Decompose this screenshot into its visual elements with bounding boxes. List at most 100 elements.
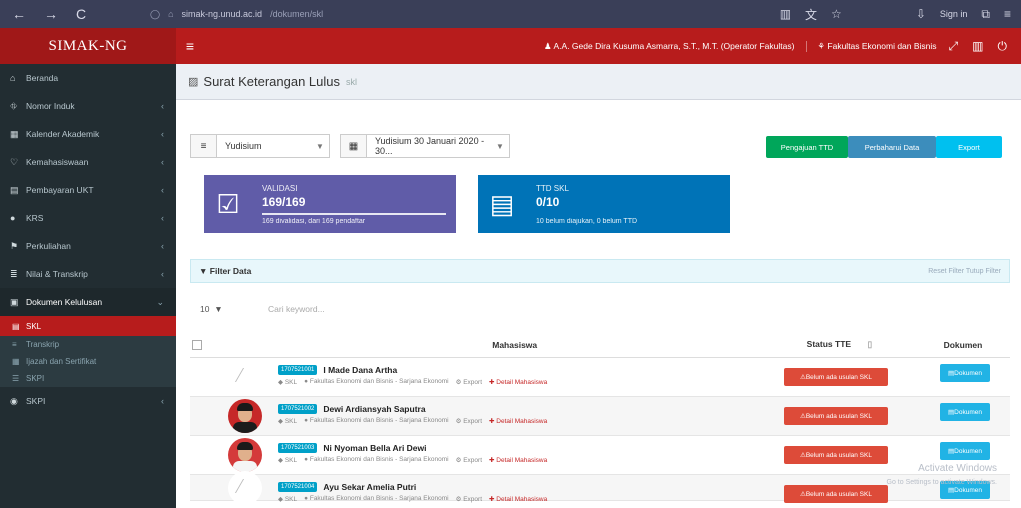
sidebar-subitem-ijazah-dan-sertifikat[interactable]: ▦ Ijazah dan Sertifikat (0, 353, 176, 370)
sidebar-item-label: Kalender Akademik (26, 129, 100, 139)
detail-link-label: Detail Mahasiswa (496, 418, 548, 425)
sidebar-item-nomor-induk[interactable]: ⛗ Nomor Induk ‹ (0, 92, 176, 120)
sidebar: ⌂ Beranda ⛗ Nomor Induk ‹ ▦ Kalender Akademik ‹… (0, 64, 176, 508)
export-link[interactable]: ⚙ Export (456, 456, 482, 464)
sort-icon[interactable]: ▯ (867, 339, 872, 349)
skl-label: SKL (284, 496, 298, 503)
power-icon[interactable]: ⏻ (998, 39, 1008, 54)
fullscreen-icon[interactable]: ⤢ (949, 39, 959, 54)
export-button[interactable]: Export (936, 136, 1002, 158)
student-name[interactable]: Dewi Ardiansyah Saputra (323, 404, 425, 414)
select-all-checkbox[interactable] (192, 339, 202, 350)
faculty-info[interactable]: ⚘ Fakultas Ekonomi dan Bisnis (806, 40, 937, 52)
back-icon[interactable]: ← (12, 6, 26, 22)
sidebar-item-nilai-transkrip[interactable]: ≣ Nilai & Transkrip ‹ (0, 260, 176, 288)
document-label: Dokumen (954, 369, 982, 377)
student-info: 1707521003 Ni Nyoman Bella Ari Dewi ◆ SKL ●… (278, 443, 547, 464)
export-label: Export (958, 142, 980, 152)
chevron-left-icon: ‹ (161, 396, 164, 406)
nim-badge: 1707521001 (278, 365, 318, 375)
chevron-left-icon: ‹ (161, 241, 164, 251)
sidebar-subitem-skl[interactable]: ▤ SKL (0, 316, 176, 336)
status-tte-button[interactable]: ⚠ Belum ada usulan SKL (784, 368, 888, 386)
refresh-data-button[interactable]: Perbaharui Data (848, 136, 936, 158)
windows-watermark: Activate Windows Go to Settings to activ… (887, 462, 998, 490)
status-tte-button[interactable]: ⚠ Belum ada usulan SKL (784, 485, 888, 503)
table-header: Mahasiswa Status TTE ▯ Dokumen (190, 332, 1010, 358)
sidebar-item-label: Nilai & Transkrip (26, 269, 88, 279)
sidebar-item-krs[interactable]: ● KRS ‹ (0, 204, 176, 232)
sidebar-item-dokumen-kelulusan[interactable]: ▣ Dokumen Kelulusan ⌄ (0, 288, 176, 316)
status-tte-label: Belum ada usulan SKL (805, 490, 872, 498)
table-row[interactable]: 1707521002 Dewi Ardiansyah Saputra ◆ SKL ● … (190, 397, 1010, 436)
search-input[interactable]: Cari keyword... (260, 299, 460, 319)
filter-actions[interactable]: Reset Filter Tutup Filter (928, 268, 1009, 275)
sidebar-item-kemahasiswaan[interactable]: ♡ Kemahasiswaan ‹ (0, 148, 176, 176)
refresh-data-label: Perbaharui Data (864, 142, 920, 152)
sidebar-subitem-transkrip[interactable]: ≡ Transkrip (0, 336, 176, 353)
page-length-select[interactable]: 10 ▼ (200, 304, 223, 314)
url-path: /dokumen/skl (270, 9, 324, 19)
forward-icon[interactable]: → (44, 6, 58, 22)
document-button[interactable]: ▤ Dokumen (940, 364, 990, 382)
user-info[interactable]: ♟ A.A. Gede Dira Kusuma Asmarra, S.T., M… (544, 41, 794, 52)
newspaper-icon: ▤ (489, 188, 515, 219)
prodi-label: Fakultas Ekonomi dan Bisnis - Sarjana Ek… (309, 456, 449, 463)
sidebar-item-beranda[interactable]: ⌂ Beranda (0, 64, 176, 92)
student-name[interactable]: Ayu Sekar Amelia Putri (323, 482, 416, 492)
nim-badge: 1707521004 (278, 482, 318, 492)
star-icon[interactable]: ☆ (831, 7, 842, 21)
chevron-left-icon: ‹ (161, 157, 164, 167)
reload-icon[interactable]: C (76, 6, 86, 22)
export-link[interactable]: ⚙ Export (456, 417, 482, 425)
sidebar-subitem-label: Transkrip (26, 340, 60, 349)
translate-icon[interactable]: 文 (805, 6, 817, 23)
export-link[interactable]: ⚙ Export (456, 378, 482, 386)
filter-bar[interactable]: ▼ Filter Data Reset Filter Tutup Filter (190, 259, 1010, 283)
building-icon[interactable]: ▥ (972, 39, 983, 53)
sidebar-item-kalender-akademik[interactable]: ▦ Kalender Akademik ‹ (0, 120, 176, 148)
student-name[interactable]: Ni Nyoman Bella Ari Dewi (323, 443, 426, 453)
student-info: 1707521001 I Made Dana Artha ◆ SKL ● Fakult… (278, 365, 547, 386)
chevron-left-icon: ‹ (161, 185, 164, 195)
document-button[interactable]: ▤ Dokumen (940, 403, 990, 421)
validation-stat-value: 169/169 (262, 194, 306, 209)
student-name[interactable]: I Made Dana Artha (323, 365, 397, 375)
col-status[interactable]: Status TTE ▯ (783, 339, 896, 350)
avatar (228, 470, 262, 505)
sign-in-button[interactable]: Sign in (940, 9, 968, 19)
col-dokumen[interactable]: Dokumen (916, 340, 1010, 350)
type-select[interactable]: ≡ Yudisium ▼ (190, 134, 330, 158)
address-bar[interactable]: ◯ ⌂ simak-ng.unud.ac.id/dokumen/skl (150, 9, 780, 20)
sidebar-item-skpi[interactable]: ◉ SKPI ‹ (0, 387, 176, 415)
detail-link[interactable]: ✚ Detail Mahasiswa (489, 456, 547, 464)
reader-icon[interactable]: ▥ (780, 7, 791, 21)
sidebar-item-pembayaran-ukt[interactable]: ▤ Pembayaran UKT ‹ (0, 176, 176, 204)
status-tte-button[interactable]: ⚠ Belum ada usulan SKL (784, 446, 888, 464)
sidebar-toggle-icon[interactable]: ≡ (176, 38, 204, 54)
student-info: 1707521004 Ayu Sekar Amelia Putri ◆ SKL ● F… (278, 482, 547, 503)
extensions-icon[interactable]: ⧉ (981, 7, 990, 22)
skl-tag: ◆ SKL (278, 457, 298, 464)
export-link-label: Export (463, 457, 483, 464)
detail-link[interactable]: ✚ Detail Mahasiswa (489, 495, 547, 503)
document-button[interactable]: ▤ Dokumen (940, 442, 990, 460)
col-mahasiswa[interactable]: Mahasiswa (246, 340, 782, 350)
detail-link[interactable]: ✚ Detail Mahasiswa (489, 378, 547, 386)
app-logo[interactable]: SIMAK-NG (0, 28, 176, 64)
table-row[interactable]: 1707521001 I Made Dana Artha ◆ SKL ● Fakult… (190, 358, 1010, 397)
download-icon[interactable]: ⇩ (916, 7, 926, 21)
home-icon: ⌂ (10, 73, 16, 83)
ttd-request-button[interactable]: Pengajuan TTD (766, 136, 848, 158)
status-tte-button[interactable]: ⚠ Belum ada usulan SKL (784, 407, 888, 425)
period-select[interactable]: ▦ Yudisium 30 Januari 2020 - 30... ▼ (340, 134, 510, 158)
calendar-icon: ▦ (10, 128, 19, 139)
export-link[interactable]: ⚙ Export (456, 495, 482, 503)
image-icon: ▨ (188, 76, 199, 88)
user-name: A.A. Gede Dira Kusuma Asmarra, S.T., M.T… (553, 40, 795, 51)
sidebar-subitem-skpi[interactable]: ☰ SKPI (0, 370, 176, 387)
menu-icon[interactable]: ≡ (1004, 7, 1011, 21)
sidebar-item-perkuliahan[interactable]: ⚑ Perkuliahan ‹ (0, 232, 176, 260)
detail-link[interactable]: ✚ Detail Mahasiswa (489, 417, 547, 425)
type-select-value: Yudisium (225, 141, 262, 151)
